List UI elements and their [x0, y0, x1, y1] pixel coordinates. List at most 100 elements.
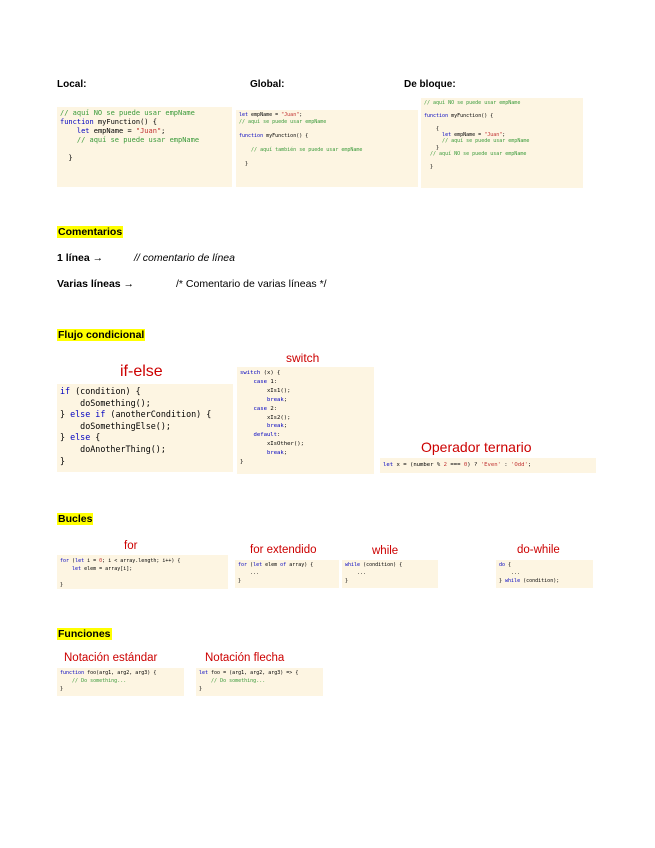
code-comment: // aquí NO se puede usar empName: [424, 100, 521, 106]
code-text: }: [424, 144, 440, 151]
code-keyword: switch: [240, 370, 261, 376]
code-comment: // aquí se puede usar empName: [424, 138, 530, 145]
code-text: (anotherCondition) {: [105, 409, 212, 420]
code-text: ...: [499, 569, 521, 576]
code-text: xIsOther();: [240, 441, 304, 448]
code-text: doAnotherThing();: [60, 443, 166, 454]
code-keyword: function: [60, 670, 85, 676]
code-keyword: let: [75, 558, 85, 564]
code-text: i =: [84, 558, 100, 564]
code-keyword: while: [345, 562, 361, 568]
standard-notation-title: Notación estándar: [64, 652, 158, 664]
dowhile-code: do { ... } while (condition);: [496, 560, 593, 588]
code-text: (condition) {: [360, 562, 403, 568]
code-keyword: if: [60, 386, 71, 396]
code-text: }: [60, 455, 66, 466]
code-text: ...: [238, 569, 260, 576]
code-keyword: else: [70, 432, 91, 443]
code-text: }: [60, 685, 64, 692]
while-title: while: [372, 545, 399, 557]
code-text: ;: [283, 450, 288, 457]
code-text: array) {: [286, 562, 314, 568]
code-text: ;: [161, 127, 166, 135]
functions-heading: Funciones: [57, 628, 112, 640]
switch-title: switch: [286, 351, 320, 365]
arrow-notation-code: let foo = (arg1, arg2, arg3) => { // Do …: [196, 668, 323, 696]
code-text: }: [238, 577, 242, 584]
code-text: ===: [447, 462, 464, 468]
code-text: {: [505, 562, 512, 568]
arrow-notation-title: Notación flecha: [205, 652, 285, 664]
code-keyword: for: [60, 558, 70, 564]
code-text: (condition) {: [70, 386, 141, 396]
code-comment: // aquí NO se puede usar empName: [60, 109, 195, 117]
code-comment: // aquí se puede usar empName: [239, 119, 327, 125]
ternary-title: Operador ternario: [421, 439, 532, 455]
code-text: {: [90, 432, 101, 443]
code-comment: // Do something...: [60, 677, 127, 684]
code-keyword: for: [238, 562, 248, 568]
local-scope-code: // aquí NO se puede usar empName functio…: [57, 107, 232, 187]
code-string: 'Even': [480, 462, 501, 468]
code-keyword: let: [383, 462, 394, 468]
global-scope-code: let empName = "Juan"; // aquí se puede u…: [236, 110, 418, 187]
code-text: }: [60, 154, 73, 162]
code-text: 2:: [266, 405, 278, 412]
block-scope-code: // aquí NO se puede usar empName functio…: [421, 98, 583, 188]
forof-code: for (let elem of array) { ... }: [235, 560, 339, 588]
block-label: De bloque:: [404, 79, 456, 90]
standard-notation-code: function foo(arg1, arg2, arg3) { // Do s…: [57, 668, 184, 696]
for-code: for (let i = 0; i < array.length; i++) {…: [57, 555, 228, 589]
code-string: 'Odd': [511, 462, 528, 468]
code-text: }: [60, 432, 71, 443]
code-text: ) ?: [467, 462, 481, 468]
code-text: myFunction() {: [263, 133, 309, 139]
code-text: }: [60, 582, 64, 588]
for-title: for: [124, 540, 138, 552]
code-comment: // aquí se puede usar empName: [60, 136, 200, 144]
code-text: myFunction() {: [448, 112, 494, 119]
code-text: doSomething();: [60, 397, 151, 408]
multi-line-label: Varias líneas →: [57, 278, 135, 290]
code-text: }: [60, 409, 71, 420]
local-label: Local:: [57, 79, 87, 90]
code-text: ; i < array.length; i++) {: [102, 558, 181, 564]
code-keyword: let: [239, 112, 249, 118]
code-keyword: break: [266, 396, 284, 403]
loops-heading: Bucles: [57, 513, 94, 525]
code-text: ...: [345, 569, 367, 576]
code-text: xIs1();: [240, 387, 291, 394]
code-text: empName =: [248, 112, 282, 118]
code-keyword: break: [266, 450, 284, 457]
code-keyword: function: [60, 118, 94, 126]
ifelse-code: if (condition) { doSomething(); } else i…: [57, 384, 233, 472]
code-keyword: let: [60, 566, 82, 572]
code-text: ;: [283, 396, 288, 403]
code-text: 1:: [266, 378, 278, 385]
while-code: while (condition) { ... }: [342, 560, 438, 588]
code-keyword: while: [505, 577, 521, 584]
code-text: foo = (arg1, arg2, arg3) => {: [208, 670, 299, 676]
code-text: elem = array[i];: [81, 566, 133, 572]
code-text: myFunction() {: [93, 118, 157, 126]
code-comment: // aquí NO se puede usar empName: [424, 151, 527, 158]
code-text: }: [239, 161, 249, 167]
code-text: elem: [262, 562, 281, 568]
code-text: ;: [299, 112, 303, 118]
code-text: empName =: [89, 127, 136, 135]
code-keyword: else if: [70, 409, 106, 420]
code-text: }: [424, 164, 434, 171]
code-text: }: [345, 577, 349, 584]
code-text: (condition);: [520, 577, 560, 584]
code-keyword: case: [240, 405, 267, 412]
code-text: doSomethingElse();: [60, 420, 171, 431]
code-text: x = (number %: [393, 462, 444, 468]
code-text: (x) {: [260, 370, 281, 376]
code-text: :: [500, 462, 512, 468]
code-text: }: [199, 685, 203, 692]
code-comment: // aquí también se puede usar empName: [239, 147, 363, 153]
flow-heading: Flujo condicional: [57, 329, 146, 341]
